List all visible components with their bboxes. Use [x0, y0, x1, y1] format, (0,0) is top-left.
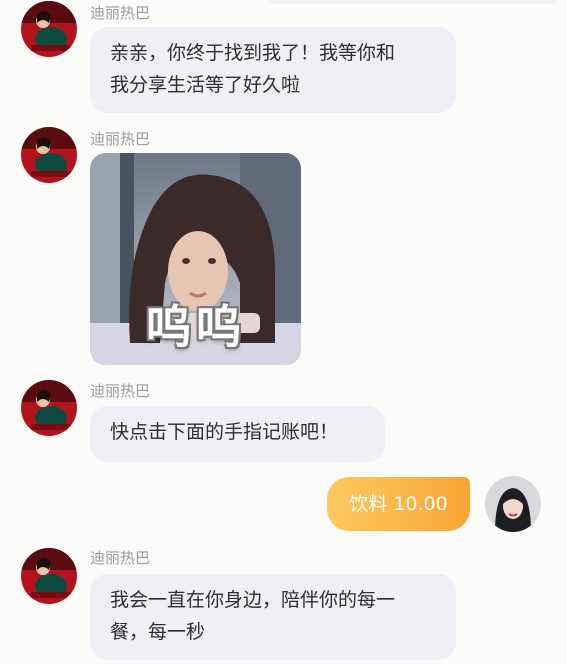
sender-name: 迪丽热巴 [90, 130, 151, 148]
message-line: 餐，每一秒 [110, 621, 206, 643]
message-line: 我会一直在你身边，陪伴你的每一 [110, 589, 396, 611]
message-line: 快点击下面的手指记账吧！ [110, 421, 339, 443]
sender-name: 迪丽热巴 [90, 382, 151, 400]
message-bubble[interactable]: 快点击下面的手指记账吧！ [90, 406, 385, 462]
previous-message-bubble [268, 0, 558, 4]
chat-view: 迪丽热巴 亲亲，你终于找到我了！我等你和 我分享生活等了好久啦 迪丽热巴 呜呜 … [0, 0, 567, 664]
user-avatar[interactable] [485, 476, 541, 532]
sticker-caption: 呜呜 [145, 300, 246, 354]
sender-name: 迪丽热巴 [90, 4, 151, 22]
sticker-image[interactable]: 呜呜 [90, 153, 301, 365]
message-bubble[interactable]: 亲亲，你终于找到我了！我等你和 我分享生活等了好久啦 [90, 27, 456, 113]
message-line: 亲亲，你终于找到我了！我等你和 [110, 42, 396, 64]
message-line: 我分享生活等了好久啦 [110, 74, 301, 96]
contact-avatar[interactable] [21, 380, 77, 436]
record-bubble[interactable]: 饮料 10.00 [327, 477, 470, 531]
message-bubble[interactable]: 我会一直在你身边，陪伴你的每一 餐，每一秒 [90, 574, 456, 660]
contact-avatar[interactable] [21, 1, 77, 57]
sender-name: 迪丽热巴 [90, 549, 151, 567]
contact-avatar[interactable] [21, 127, 77, 183]
contact-avatar[interactable] [21, 548, 77, 604]
